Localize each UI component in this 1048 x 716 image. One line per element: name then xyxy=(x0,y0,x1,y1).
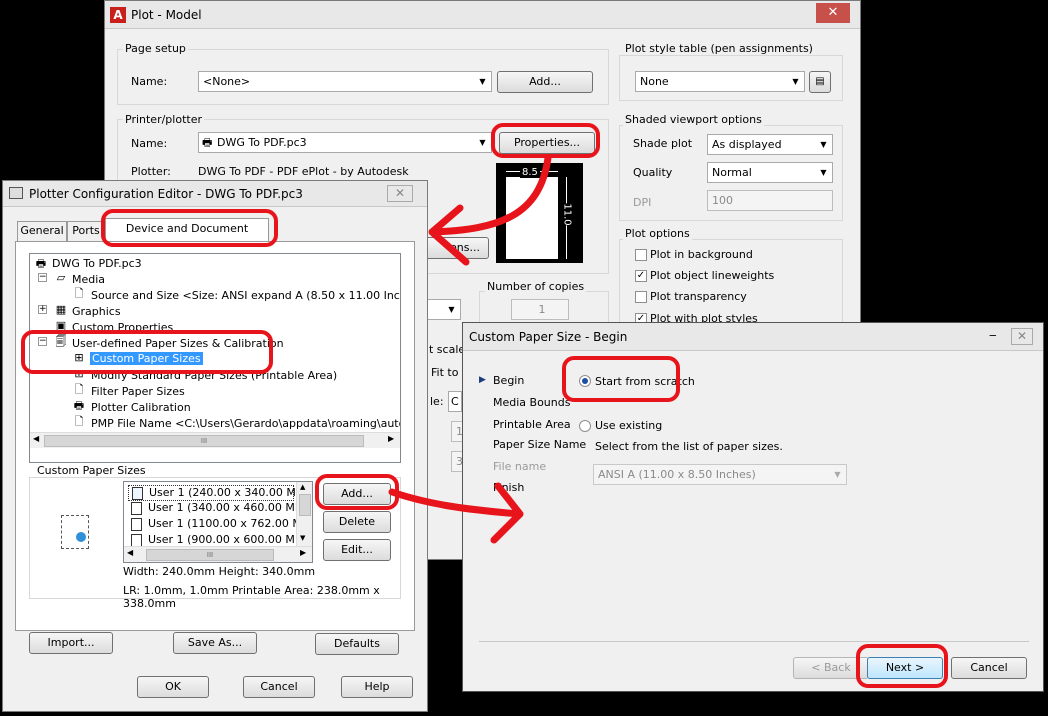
arrow-add-to-wizard xyxy=(388,482,524,544)
annotation-arrows xyxy=(388,154,552,544)
arrow-properties-to-tab xyxy=(428,154,552,266)
